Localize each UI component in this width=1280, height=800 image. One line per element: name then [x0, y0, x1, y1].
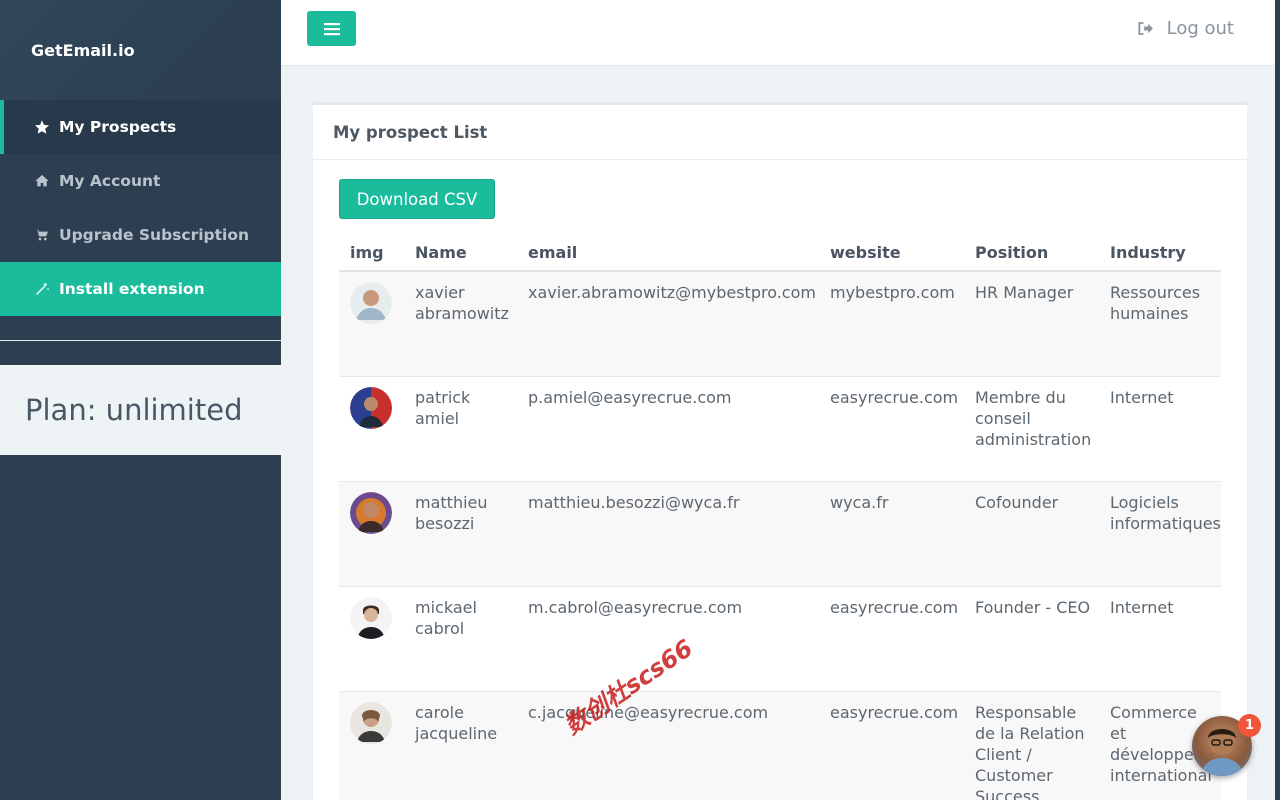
- sidebar-item-my-account[interactable]: My Account: [0, 154, 281, 208]
- column-header-img[interactable]: img: [339, 235, 404, 272]
- sidebar-item-label: My Prospects: [59, 118, 177, 136]
- cell-industry: Ressources humaines: [1099, 270, 1221, 376]
- hamburger-icon: [323, 22, 340, 35]
- cell-email: p.amiel@easyrecrue.com: [517, 375, 819, 481]
- table-row[interactable]: patrick amiel p.amiel@easyrecrue.com eas…: [339, 375, 1221, 481]
- table-row[interactable]: carole jacqueline c.jacqueline@easyrecru…: [339, 690, 1221, 800]
- table-row[interactable]: matthieu besozzi matthieu.besozzi@wyca.f…: [339, 480, 1221, 586]
- sidebar-item-my-prospects[interactable]: My Prospects: [0, 100, 281, 154]
- cell-email: xavier.abramowitz@mybestpro.com: [517, 270, 819, 376]
- cell-name: carole jacqueline: [404, 690, 517, 800]
- sign-out-icon: [1138, 22, 1153, 35]
- star-icon: [33, 119, 50, 136]
- sidebar-item-label: My Account: [59, 172, 161, 190]
- logout-button[interactable]: Log out: [1137, 18, 1234, 39]
- top-bar: Log out: [281, 0, 1275, 66]
- column-header-name[interactable]: Name: [404, 235, 517, 272]
- cart-icon: [33, 227, 50, 244]
- prospect-list-panel: My prospect List Download CSV img Name e…: [313, 102, 1247, 800]
- cell-website: wyca.fr: [819, 480, 964, 586]
- sidebar: GetEmail.io My Prospects My Account Upgr…: [0, 0, 281, 800]
- cell-position: Responsable de la Relation Client / Cust…: [964, 690, 1099, 800]
- brand-logo[interactable]: GetEmail.io: [0, 0, 281, 100]
- cell-industry: Internet: [1099, 375, 1221, 481]
- prospect-table: img Name email website Position Industry…: [339, 235, 1221, 800]
- cell-website: mybestpro.com: [819, 270, 964, 376]
- cell-position: Founder - CEO: [964, 585, 1099, 691]
- cell-position: Membre du conseil administration: [964, 375, 1099, 481]
- avatar: [350, 491, 392, 534]
- logout-label: Log out: [1166, 18, 1234, 39]
- table-header-row: img Name email website Position Industry: [339, 235, 1221, 272]
- cell-email: matthieu.besozzi@wyca.fr: [517, 480, 819, 586]
- download-csv-button[interactable]: Download CSV: [339, 179, 495, 219]
- cell-email: m.cabrol@easyrecrue.com: [517, 585, 819, 691]
- sidebar-item-install-extension[interactable]: Install extension: [0, 262, 281, 316]
- cell-website: easyrecrue.com: [819, 690, 964, 800]
- cell-website: easyrecrue.com: [819, 375, 964, 481]
- column-header-industry[interactable]: Industry: [1099, 235, 1221, 272]
- home-icon: [33, 173, 50, 190]
- main-content: Log out My prospect List Download CSV im…: [281, 0, 1275, 800]
- column-header-email[interactable]: email: [517, 235, 819, 272]
- table-row[interactable]: mickael cabrol m.cabrol@easyrecrue.com e…: [339, 585, 1221, 691]
- panel-title: My prospect List: [313, 105, 1247, 160]
- column-header-website[interactable]: website: [819, 235, 964, 272]
- cell-name: xavier abramowitz: [404, 270, 517, 376]
- cell-name: patrick amiel: [404, 375, 517, 481]
- cell-position: Cofounder: [964, 480, 1099, 586]
- avatar: [350, 386, 392, 429]
- plan-status: Plan: unlimited: [0, 365, 281, 455]
- menu-toggle-button[interactable]: [307, 11, 356, 46]
- cell-industry: Internet: [1099, 585, 1221, 691]
- cell-industry: Logiciels informatiques: [1099, 480, 1221, 586]
- magic-wand-icon: [33, 281, 50, 298]
- cell-name: matthieu besozzi: [404, 480, 517, 586]
- table-row[interactable]: xavier abramowitz xavier.abramowitz@mybe…: [339, 270, 1221, 376]
- avatar: [350, 701, 392, 744]
- sidebar-divider: [0, 316, 281, 341]
- column-header-position[interactable]: Position: [964, 235, 1099, 272]
- sidebar-item-upgrade-subscription[interactable]: Upgrade Subscription: [0, 208, 281, 262]
- sidebar-item-label: Install extension: [59, 280, 205, 298]
- chat-notification-badge: 1: [1238, 714, 1261, 737]
- cell-website: easyrecrue.com: [819, 585, 964, 691]
- sidebar-item-label: Upgrade Subscription: [59, 226, 250, 244]
- cell-name: mickael cabrol: [404, 585, 517, 691]
- avatar: [350, 596, 392, 639]
- cell-position: HR Manager: [964, 270, 1099, 376]
- avatar: [350, 282, 392, 324]
- cell-email: c.jacqueline@easyrecrue.com: [517, 690, 819, 800]
- window-edge: [1275, 0, 1280, 800]
